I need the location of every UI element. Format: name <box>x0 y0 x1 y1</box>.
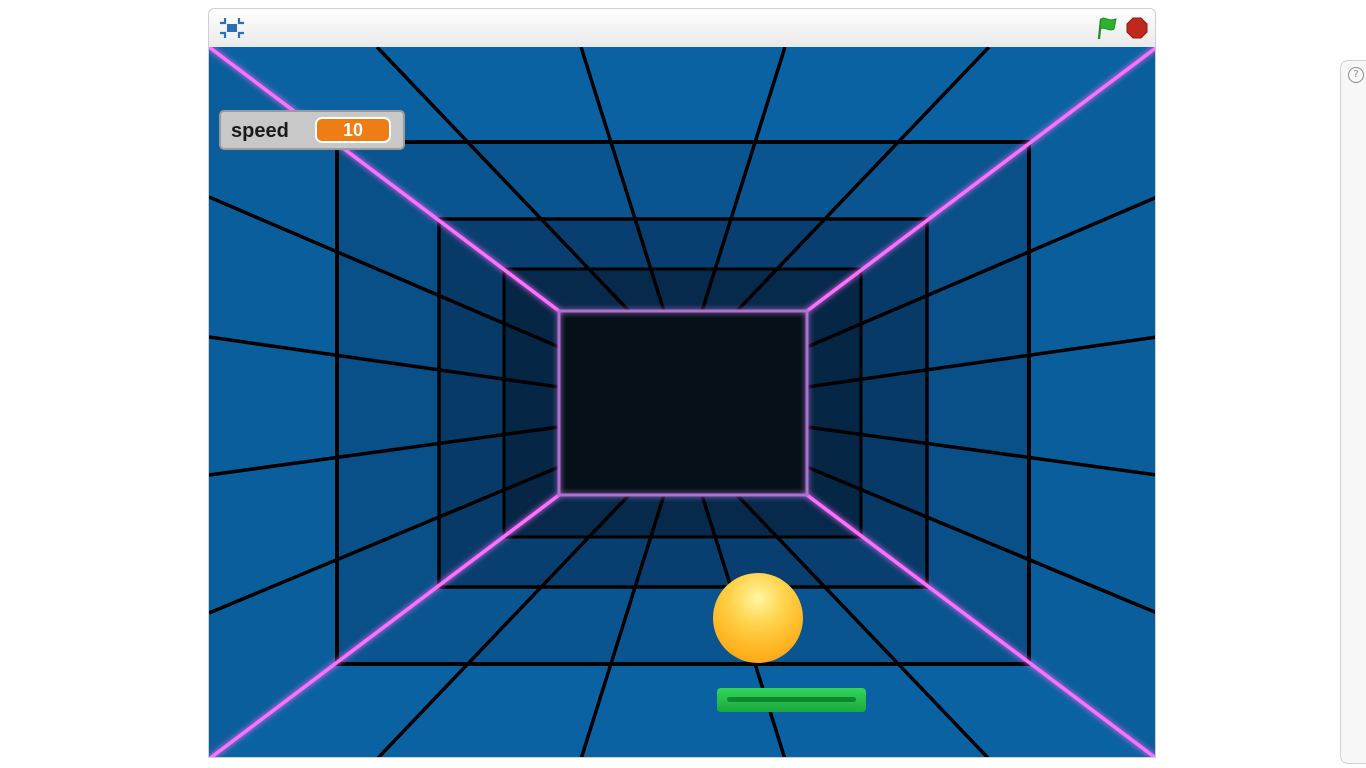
paddle-groove <box>727 697 856 702</box>
stage-player: speed 10 <box>208 8 1156 758</box>
paddle-sprite[interactable] <box>717 688 866 712</box>
fullscreen-icon[interactable] <box>219 16 245 40</box>
side-panel: ? <box>1340 60 1366 764</box>
stop-sign-icon[interactable] <box>1125 16 1149 40</box>
speed-variable-monitor[interactable]: speed 10 <box>219 110 405 150</box>
ball-sprite[interactable] <box>713 573 803 663</box>
monitor-value: 10 <box>315 117 391 143</box>
green-flag-icon[interactable] <box>1095 16 1119 40</box>
stage-canvas[interactable]: speed 10 <box>209 47 1155 757</box>
monitor-label: speed <box>231 120 289 142</box>
tunnel-backdrop <box>209 47 1155 757</box>
stage-toolbar <box>209 9 1155 48</box>
help-icon[interactable]: ? <box>1348 67 1364 83</box>
